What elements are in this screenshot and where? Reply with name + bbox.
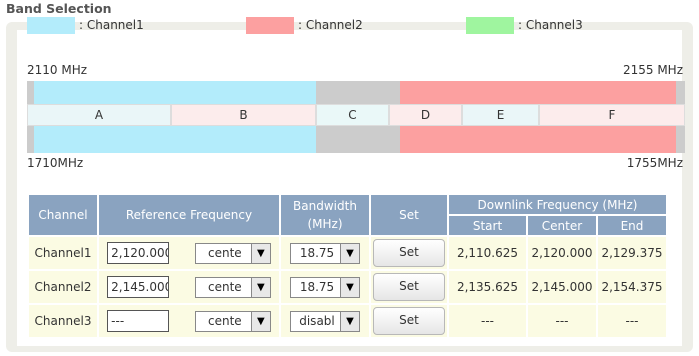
page-title: Band Selection — [6, 1, 112, 16]
reference-mode-select[interactable]: cente ▼ — [194, 310, 271, 332]
reference-frequency-input[interactable]: 2,120.000 — [107, 242, 170, 264]
end-header: End — [598, 216, 666, 235]
set-button[interactable]: Set — [373, 239, 445, 267]
band-c: C — [316, 104, 389, 126]
chevron-down-icon: ▼ — [340, 243, 359, 263]
bandwidth-value: 18.75 — [299, 245, 335, 260]
chevron-down-icon: ▼ — [340, 277, 359, 297]
channel-name: Channel1 — [29, 237, 97, 269]
reference-mode-select[interactable]: cente ▼ — [194, 276, 271, 298]
center-header: Center — [528, 216, 596, 235]
downlink-end-value: --- — [598, 305, 666, 337]
band-a: A — [27, 104, 171, 126]
reference-frequency-cell: --- cente ▼ — [99, 305, 279, 337]
channel-table: Channel Reference Frequency Bandwidth (M… — [27, 193, 668, 339]
downlink-end-value: 2,154.375 — [598, 271, 666, 303]
chevron-down-icon: ▼ — [250, 311, 270, 331]
set-button[interactable]: Set — [373, 307, 445, 335]
downlink-start-value: --- — [449, 305, 526, 337]
table-row: Channel3 --- cente ▼ disabl ▼ Set --- --… — [29, 305, 666, 337]
reference-frequency-input[interactable]: 2,145.000 — [107, 276, 170, 298]
downlink-start-value: 2,110.625 — [449, 237, 526, 269]
chevron-down-icon: ▼ — [250, 277, 270, 297]
band-row: A B C D E F — [27, 104, 685, 126]
chevron-down-icon: ▼ — [340, 311, 359, 331]
band-b: B — [171, 104, 316, 126]
band-e: E — [462, 104, 539, 126]
channel2-legend-label: : Channel2 — [298, 18, 363, 32]
band-d: D — [389, 104, 462, 126]
channel1-legend-label: : Channel1 — [79, 18, 144, 32]
band-f: F — [539, 104, 685, 126]
bandwidth-value: disabl — [299, 313, 335, 328]
set-button[interactable]: Set — [373, 273, 445, 301]
downlink-center-value: 2,120.000 — [528, 237, 596, 269]
table-row: Channel2 2,145.000 cente ▼ 18.75 ▼ Set 2… — [29, 271, 666, 303]
channel2-legend-swatch — [246, 17, 294, 34]
table-row: Channel1 2,120.000 cente ▼ 18.75 ▼ Set 2… — [29, 237, 666, 269]
downlink-center-value: 2,145.000 — [528, 271, 596, 303]
reference-frequency-input[interactable]: --- — [107, 310, 170, 332]
channel-name: Channel3 — [29, 305, 97, 337]
bandwidth-select[interactable]: 18.75 ▼ — [290, 276, 360, 298]
set-cell: Set — [371, 305, 447, 337]
chevron-down-icon: ▼ — [250, 243, 270, 263]
set-header: Set — [371, 195, 447, 235]
uplink-start-label: 1710MHz — [27, 156, 84, 170]
bandwidth-cell: 18.75 ▼ — [281, 271, 369, 303]
start-header: Start — [449, 216, 526, 235]
reference-mode-value: cente — [207, 279, 242, 294]
reference-mode-value: cente — [207, 245, 242, 260]
channel1-legend-swatch — [27, 17, 75, 34]
reference-frequency-cell: 2,145.000 cente ▼ — [99, 271, 279, 303]
channel-header: Channel — [29, 195, 97, 235]
channel3-legend-swatch — [466, 17, 514, 34]
downlink-start-label: 2110 MHz — [27, 63, 88, 77]
set-cell: Set — [371, 237, 447, 269]
downlink-center-value: --- — [528, 305, 596, 337]
bandwidth-select[interactable]: disabl ▼ — [290, 310, 360, 332]
reference-frequency-cell: 2,120.000 cente ▼ — [99, 237, 279, 269]
reference-mode-value: cente — [207, 313, 242, 328]
downlink-end-label: 2155 MHz — [622, 63, 683, 77]
bandwidth-header: Bandwidth (MHz) — [281, 195, 369, 235]
downlink-header: Downlink Frequency (MHz) — [449, 195, 666, 214]
bandwidth-select[interactable]: 18.75 ▼ — [290, 242, 360, 264]
bandwidth-cell: disabl ▼ — [281, 305, 369, 337]
channel3-legend-label: : Channel3 — [518, 18, 583, 32]
reference-frequency-header: Reference Frequency — [99, 195, 279, 235]
uplink-end-label: 1755MHz — [626, 156, 683, 170]
downlink-start-value: 2,135.625 — [449, 271, 526, 303]
channel-name: Channel2 — [29, 271, 97, 303]
downlink-end-value: 2,129.375 — [598, 237, 666, 269]
bandwidth-value: 18.75 — [299, 279, 335, 294]
reference-mode-select[interactable]: cente ▼ — [194, 242, 271, 264]
set-cell: Set — [371, 271, 447, 303]
bandwidth-cell: 18.75 ▼ — [281, 237, 369, 269]
